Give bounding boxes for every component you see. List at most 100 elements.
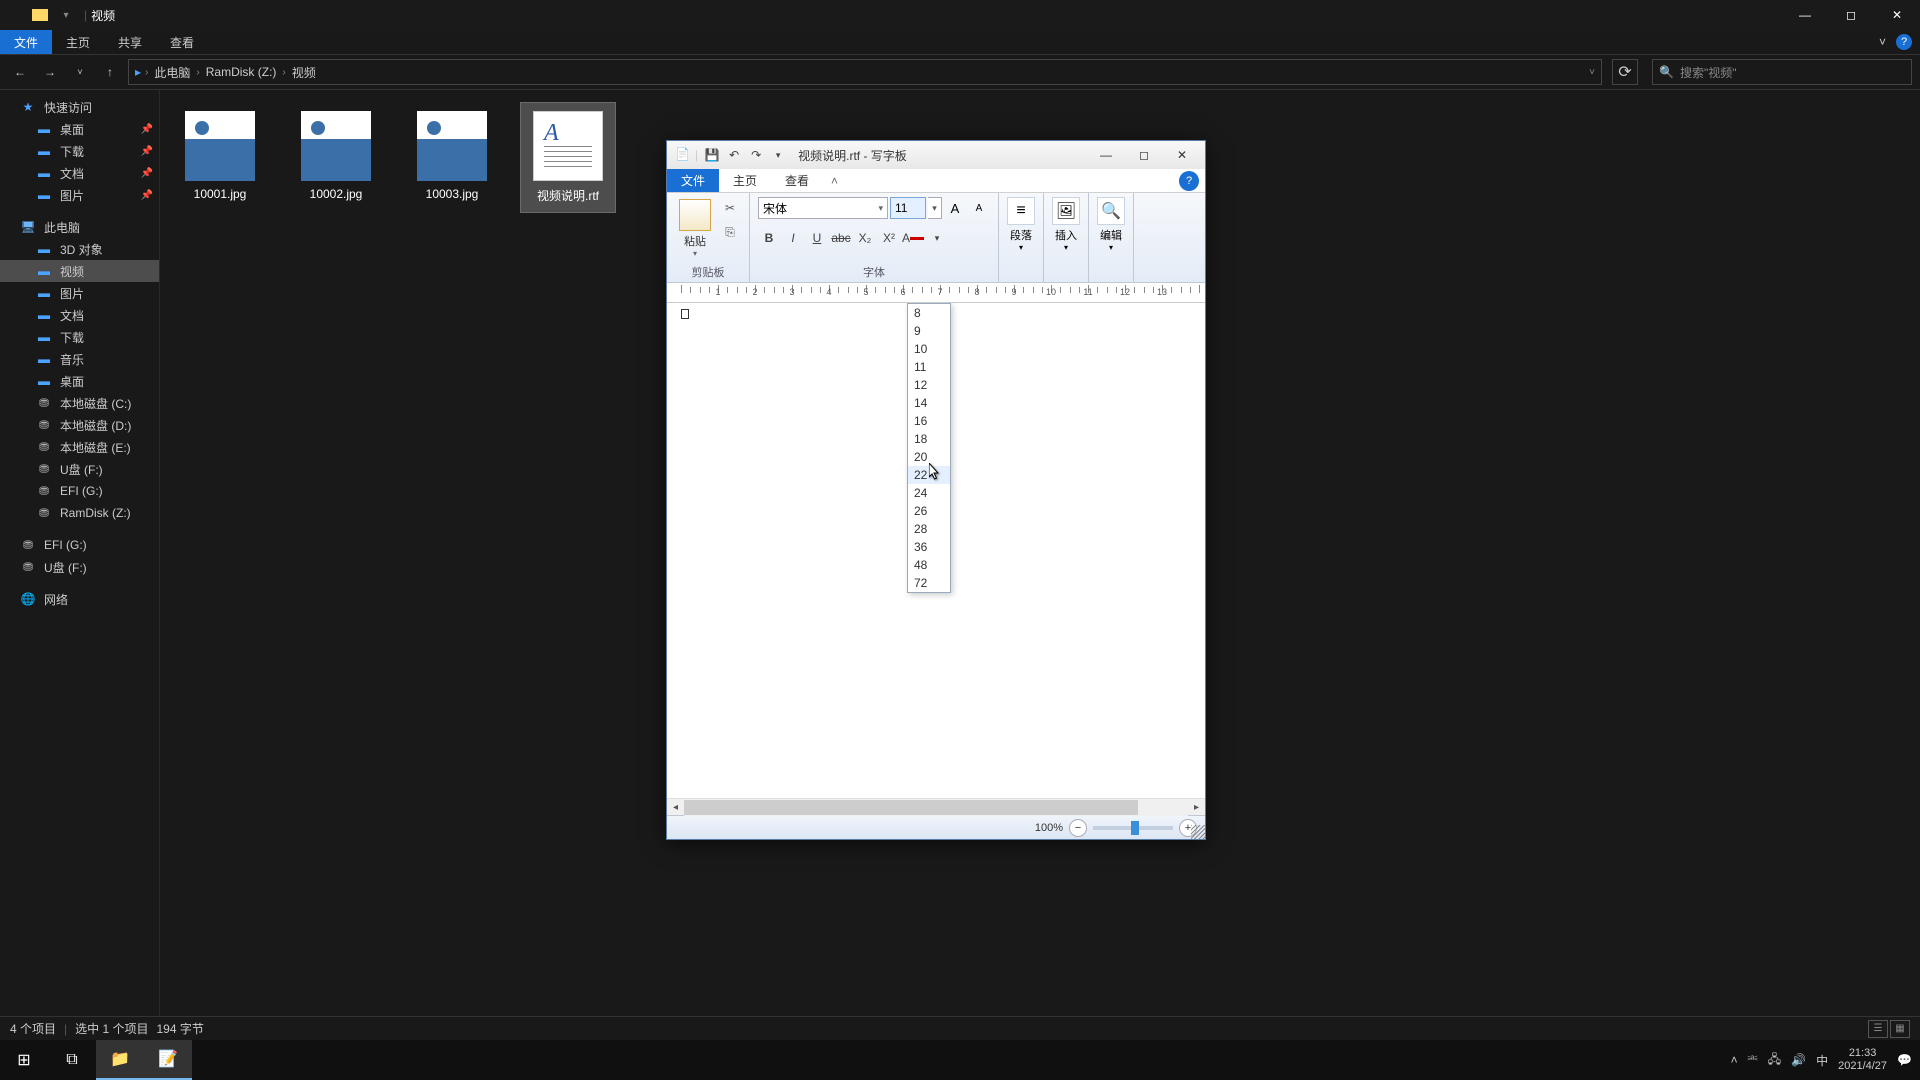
tray-ime[interactable]: 中 — [1816, 1052, 1828, 1069]
breadcrumb-seg[interactable]: 此电脑 — [154, 64, 190, 81]
sidebar-item[interactable]: ▬图片📌 — [0, 184, 159, 206]
breadcrumb[interactable]: ▸ › 此电脑 › RamDisk (Z:) › 视频 ˅ — [128, 59, 1602, 85]
scroll-right-button[interactable]: ▸ — [1188, 799, 1205, 816]
task-view-button[interactable]: ⧉ — [48, 1040, 96, 1080]
font-size-option[interactable]: 26 — [908, 502, 950, 520]
qat-redo-button[interactable]: ↷ — [746, 145, 766, 165]
tab-view[interactable]: 查看 — [156, 30, 208, 54]
horizontal-scrollbar[interactable]: ◂ ▸ — [667, 798, 1205, 815]
font-size-option[interactable]: 10 — [908, 340, 950, 358]
tab-share[interactable]: 共享 — [104, 30, 156, 54]
breadcrumb-seg[interactable]: 视频 — [292, 64, 316, 81]
view-details-button[interactable]: ☰ — [1868, 1020, 1888, 1038]
sidebar-network[interactable]: 🌐网络 — [0, 588, 159, 610]
font-size-option[interactable]: 12 — [908, 376, 950, 394]
tray-icon[interactable]: ⎃ — [1748, 1053, 1758, 1068]
subscript-button[interactable]: X₂ — [854, 227, 876, 249]
font-size-option[interactable]: 16 — [908, 412, 950, 430]
forward-button[interactable]: → — [38, 60, 62, 84]
tray-notifications-icon[interactable]: 💬 — [1897, 1053, 1912, 1067]
file-item[interactable]: 10002.jpg — [288, 102, 384, 213]
font-size-dropdown-button[interactable]: ▾ — [928, 197, 942, 219]
font-size-option[interactable]: 48 — [908, 556, 950, 574]
cut-button[interactable]: ✂ — [719, 197, 741, 219]
sidebar-item[interactable]: ▬视频 — [0, 260, 159, 282]
font-name-combo[interactable]: 宋体▾ — [758, 197, 888, 219]
insert-button[interactable]: 🖼 插入 ▾ — [1052, 197, 1080, 252]
minimize-button[interactable]: — — [1782, 0, 1828, 30]
wp-minimize-button[interactable]: — — [1087, 144, 1125, 166]
grow-font-button[interactable]: A — [944, 197, 966, 219]
tray-network-icon[interactable]: 🖧 — [1768, 1050, 1781, 1071]
qat-undo-button[interactable]: ↶ — [724, 145, 744, 165]
paragraph-button[interactable]: ≡ 段落 ▾ — [1007, 197, 1035, 252]
scroll-left-button[interactable]: ◂ — [667, 799, 684, 816]
font-size-option[interactable]: 14 — [908, 394, 950, 412]
recent-dropdown[interactable]: ˅ — [68, 60, 92, 84]
scroll-thumb[interactable] — [684, 800, 1138, 815]
sidebar-item[interactable]: ⛃本地磁盘 (D:) — [0, 414, 159, 436]
sidebar-item[interactable]: ⛃EFI (G:) — [0, 480, 159, 502]
bold-button[interactable]: B — [758, 227, 780, 249]
file-item[interactable]: 视频说明.rtf — [520, 102, 616, 213]
sidebar-item[interactable]: ▬音乐 — [0, 348, 159, 370]
font-size-option[interactable]: 72 — [908, 574, 950, 592]
help-button[interactable]: ? — [1179, 171, 1199, 191]
font-color-button[interactable]: A — [902, 227, 924, 249]
tab-file[interactable]: 文件 — [0, 30, 52, 54]
underline-button[interactable]: U — [806, 227, 828, 249]
zoom-slider[interactable] — [1093, 826, 1173, 830]
copy-button[interactable]: ⎘ — [719, 221, 741, 243]
edit-button[interactable]: 🔍 编辑 ▾ — [1097, 197, 1125, 252]
sidebar-item[interactable]: ▬桌面📌 — [0, 118, 159, 140]
italic-button[interactable]: I — [782, 227, 804, 249]
strike-button[interactable]: abc — [830, 227, 852, 249]
sidebar-quick-access[interactable]: ★快速访问 — [0, 96, 159, 118]
tray-overflow-icon[interactable]: ˄ — [1731, 1053, 1738, 1067]
close-button[interactable]: ✕ — [1874, 0, 1920, 30]
font-size-option[interactable]: 8 — [908, 304, 950, 322]
sidebar-item[interactable]: ⛃RamDisk (Z:) — [0, 502, 159, 524]
view-icons-button[interactable]: ▦ — [1890, 1020, 1910, 1038]
file-item[interactable]: 10003.jpg — [404, 102, 500, 213]
font-size-option[interactable]: 9 — [908, 322, 950, 340]
sidebar-item[interactable]: ▬3D 对象 — [0, 238, 159, 260]
tab-home[interactable]: 主页 — [52, 30, 104, 54]
taskbar-explorer[interactable]: 📁 — [96, 1040, 144, 1080]
sidebar-item[interactable]: ▬下载📌 — [0, 140, 159, 162]
taskbar-wordpad[interactable]: 📝 — [144, 1040, 192, 1080]
maximize-button[interactable]: ◻ — [1828, 0, 1874, 30]
font-size-option[interactable]: 24 — [908, 484, 950, 502]
wp-maximize-button[interactable]: ◻ — [1125, 144, 1163, 166]
ribbon-expand-icon[interactable]: ˅ ? — [1871, 30, 1920, 54]
start-button[interactable]: ⊞ — [0, 1040, 48, 1080]
document-area[interactable]: 891011121416182022242628364872 — [667, 303, 1205, 798]
file-item[interactable]: 10001.jpg — [172, 102, 268, 213]
wp-tab-view[interactable]: 查看 — [771, 169, 823, 192]
paste-button[interactable]: 粘贴 ▾ — [675, 197, 715, 260]
sidebar-item[interactable]: ▬桌面 — [0, 370, 159, 392]
sidebar-item[interactable]: ⛃EFI (G:) — [0, 534, 159, 556]
sidebar-item[interactable]: ⛃U盘 (F:) — [0, 556, 159, 578]
taskbar-clock[interactable]: 21:33 2021/4/27 — [1838, 1047, 1887, 1073]
up-button[interactable]: ↑ — [98, 60, 122, 84]
font-size-input[interactable]: 11 — [890, 197, 926, 219]
font-size-option[interactable]: 20 — [908, 448, 950, 466]
qat-save-button[interactable]: 💾 — [702, 145, 722, 165]
sidebar-item[interactable]: ⛃本地磁盘 (E:) — [0, 436, 159, 458]
highlight-button[interactable]: ▾ — [926, 227, 948, 249]
sidebar-item[interactable]: ⛃本地磁盘 (C:) — [0, 392, 159, 414]
scroll-track[interactable] — [684, 799, 1188, 816]
tray-volume-icon[interactable]: 🔊 — [1791, 1053, 1806, 1067]
search-input[interactable]: 🔍 搜索"视频" — [1652, 59, 1912, 85]
back-button[interactable]: ← — [8, 60, 32, 84]
shrink-font-button[interactable]: A — [968, 197, 990, 219]
sidebar-item[interactable]: ▬图片 — [0, 282, 159, 304]
zoom-out-button[interactable]: − — [1069, 819, 1087, 837]
font-size-option[interactable]: 22 — [908, 466, 950, 484]
ruler[interactable]: 12345678910111213 — [667, 283, 1205, 303]
wp-tab-home[interactable]: 主页 — [719, 169, 771, 192]
sidebar-item[interactable]: ⛃U盘 (F:) — [0, 458, 159, 480]
wordpad-titlebar[interactable]: 📄 | 💾 ↶ ↷ ▾ 视频说明.rtf - 写字板 — ◻ ✕ — [667, 141, 1205, 169]
sidebar-item[interactable]: ▬文档📌 — [0, 162, 159, 184]
